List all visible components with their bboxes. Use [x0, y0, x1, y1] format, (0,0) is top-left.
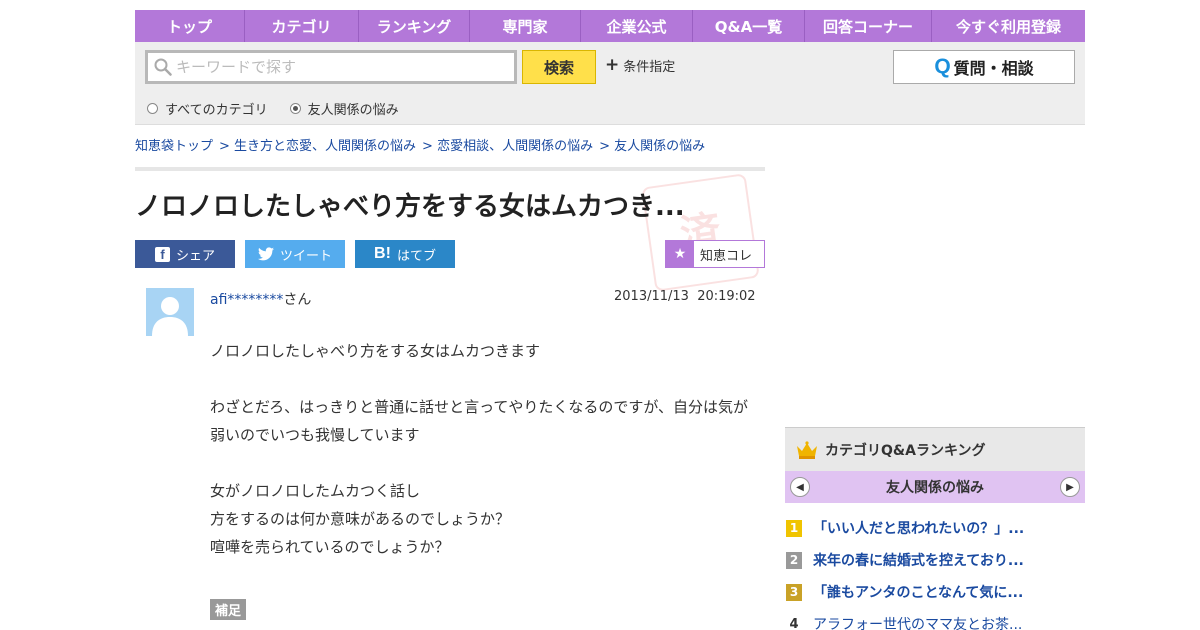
ranking-item[interactable]: 1 「いい人だと思われたいの？」...: [785, 512, 1085, 544]
breadcrumb-top[interactable]: 知恵袋トップ: [135, 135, 213, 154]
ranking-item-text: アラフォー世代のママ友とお茶...: [813, 617, 1023, 630]
body-line: 方をするのは何か意味があるのでしょうか？: [210, 510, 511, 528]
search-area: 検索 + 条件指定 Q 質問・相談 すべてのカテゴリ 友人関係の悩み: [135, 42, 1085, 125]
rank-badge: 3: [786, 583, 802, 601]
search-icon: [154, 58, 172, 76]
nav-expert[interactable]: 専門家: [470, 10, 581, 42]
breadcrumb-love-consult[interactable]: > 恋愛相談、人間関係の悩み: [422, 135, 593, 154]
question-date: 2013/11/13 20:19:02: [614, 289, 756, 304]
ranking-item[interactable]: 2 来年の春に結婚式を控えており...: [785, 544, 1085, 576]
search-scope: すべてのカテゴリ 友人関係の悩み: [147, 99, 421, 118]
question-q-icon: Q: [934, 55, 951, 78]
question-author: afi********さん: [210, 289, 311, 309]
ranking-item-text: 来年の春に結婚式を控えており...: [813, 553, 1024, 569]
ranking-item[interactable]: 3 「誰もアンタのことなんて気に...: [785, 576, 1085, 608]
nav-answer-corner[interactable]: 回答コーナー: [805, 10, 932, 42]
nav-register[interactable]: 今すぐ利用登録: [932, 10, 1085, 42]
global-nav: トップ カテゴリ ランキング 専門家 企業公式 Q&A一覧 回答コーナー 今すぐ…: [135, 10, 1085, 42]
supplement-badge: 補足: [210, 599, 247, 620]
search-conditions-link[interactable]: + 条件指定: [605, 55, 676, 76]
rank-number: 4: [789, 616, 799, 630]
ranking-item-text: 「誰もアンタのことなんて気に...: [813, 585, 1024, 601]
chevron-right-icon[interactable]: ▶: [1060, 477, 1080, 497]
ranking-category-bar: ◀ 友人関係の悩み ▶: [785, 471, 1085, 503]
body-line: わざとだろ、はっきりと普通に話せと言ってやりたくなるのですが、自分は気が弱いので…: [210, 398, 749, 444]
scope-current-radio[interactable]: 友人関係の悩み: [289, 99, 399, 118]
author-suffix: さん: [283, 292, 312, 308]
default-user-icon: [146, 288, 194, 336]
body-line: [210, 365, 750, 393]
title-divider: [135, 167, 765, 171]
chiecolle-button[interactable]: ★ 知恵コレ: [665, 240, 765, 268]
chevron-left-icon[interactable]: ◀: [790, 477, 810, 497]
twitter-share-button[interactable]: ツイート: [245, 240, 345, 268]
facebook-share-button[interactable]: f シェア: [135, 240, 235, 268]
breadcrumb-friendship[interactable]: > 友人関係の悩み: [599, 135, 705, 154]
breadcrumb-life-love[interactable]: > 生き方と恋愛、人間関係の悩み: [219, 135, 416, 154]
ranking-list: 1 「いい人だと思われたいの？」... 2 来年の春に結婚式を控えており... …: [785, 512, 1085, 630]
question-body: ノロノロしたしゃべり方をする女はムカつきます わざとだろ、はっきりと普通に話せと…: [210, 337, 750, 561]
radio-unchecked-icon: [147, 103, 158, 114]
hatena-bookmark-button[interactable]: B! はてブ: [355, 240, 455, 268]
twitter-share-label: ツイート: [279, 248, 332, 264]
facebook-share-label: シェア: [175, 248, 215, 264]
hatena-bookmark-label: はてブ: [396, 248, 436, 264]
scope-current-label: 友人関係の悩み: [307, 103, 399, 118]
ranking-item[interactable]: 4 アラフォー世代のママ友とお茶...: [785, 608, 1085, 630]
rank-badge: 2: [786, 551, 802, 569]
scope-all-label: すべてのカテゴリ: [165, 103, 268, 118]
nav-top[interactable]: トップ: [135, 10, 245, 42]
ask-question-button[interactable]: Q 質問・相談: [893, 50, 1075, 84]
twitter-bird-icon: [257, 247, 274, 261]
body-line: [210, 449, 750, 477]
ranking-category: 友人関係の悩み: [886, 480, 984, 496]
avatar[interactable]: [146, 288, 194, 336]
hatena-b-icon: B!: [374, 245, 391, 262]
search-conditions-label: 条件指定: [623, 60, 676, 75]
nav-official[interactable]: 企業公式: [581, 10, 693, 42]
page-title: ノロノロしたしゃべり方をする女はムカつき...: [135, 192, 685, 222]
facebook-icon: f: [154, 246, 170, 262]
ranking-item-text: 「いい人だと思われたいの？」...: [813, 521, 1025, 537]
body-line: ノロノロしたしゃべり方をする女はムカつきます: [210, 342, 541, 360]
ranking-header: カテゴリQ&Aランキング: [785, 427, 1085, 471]
body-line: 女がノロノロしたムカつく話し: [210, 482, 421, 500]
nav-ranking[interactable]: ランキング: [359, 10, 470, 42]
rank-badge: 1: [786, 519, 802, 537]
author-id-link[interactable]: afi********: [210, 292, 283, 308]
radio-checked-icon: [289, 103, 301, 114]
crown-icon: [797, 440, 817, 459]
nav-qa-list[interactable]: Q&A一覧: [693, 10, 805, 42]
scope-all-radio[interactable]: すべてのカテゴリ: [147, 99, 268, 118]
search-button[interactable]: 検索: [522, 50, 596, 84]
star-icon: ★: [666, 241, 694, 267]
body-line: 喧嘩を売られているのでしょうか？: [210, 538, 450, 556]
search-input[interactable]: [176, 58, 514, 76]
nav-category[interactable]: カテゴリ: [245, 10, 359, 42]
breadcrumb: 知恵袋トップ > 生き方と恋愛、人間関係の悩み > 恋愛相談、人間関係の悩み >…: [135, 135, 711, 154]
chiecolle-label: 知恵コレ: [700, 248, 753, 264]
search-box: [145, 50, 517, 84]
plus-icon: +: [605, 55, 620, 75]
ranking-title: カテゴリQ&Aランキング: [825, 442, 986, 459]
ask-question-label: 質問・相談: [953, 59, 1034, 78]
